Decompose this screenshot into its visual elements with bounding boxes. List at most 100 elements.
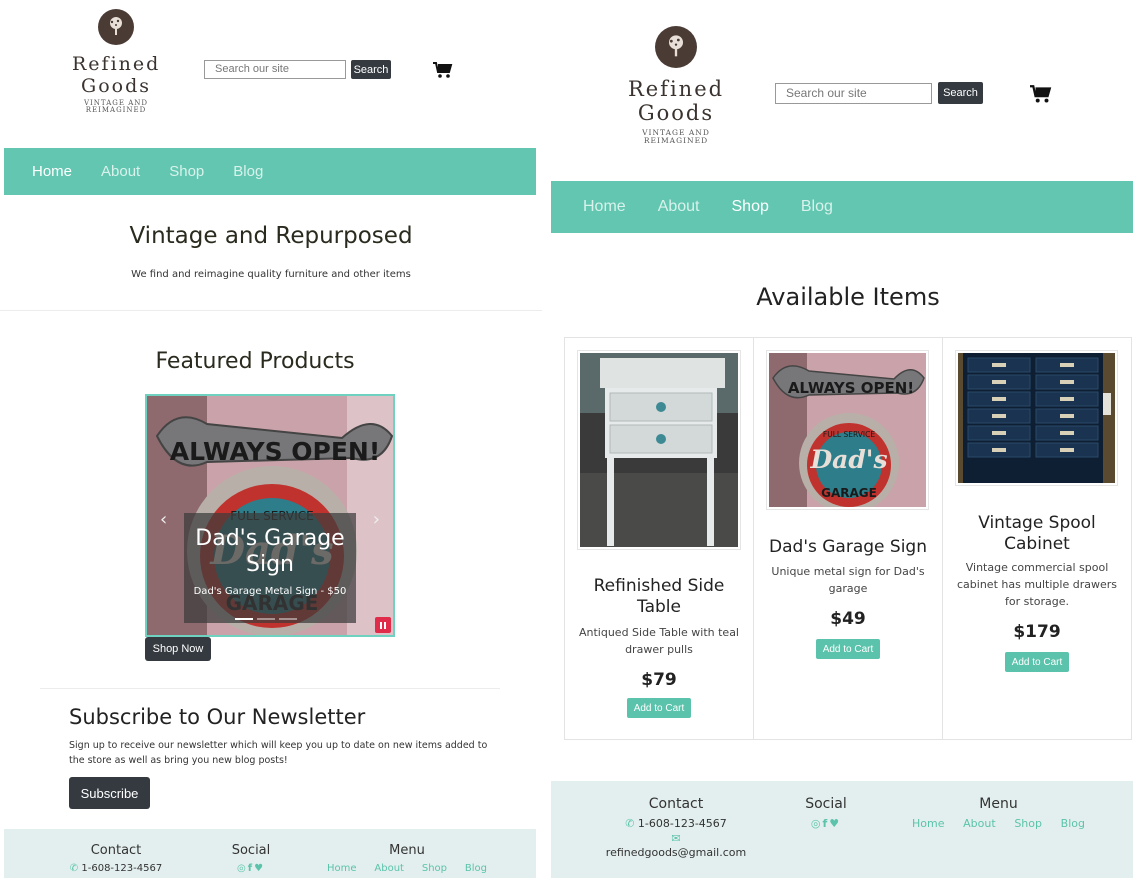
- contact-phone[interactable]: ✆ 1-608-123-4567: [66, 863, 166, 874]
- product-card: ALWAYS OPEN! FULL SERVICE Dad's GARAGE D…: [754, 338, 943, 739]
- svg-text:ALWAYS OPEN!: ALWAYS OPEN!: [170, 437, 381, 466]
- nav-home[interactable]: Home: [583, 198, 626, 216]
- menu-heading: Menu: [979, 796, 1018, 812]
- product-price: $79: [641, 670, 677, 690]
- footer-menu: Menu Home About Shop Blog: [906, 796, 1091, 830]
- shop-title: Available Items: [756, 283, 940, 311]
- footer-menu-blog[interactable]: Blog: [1061, 817, 1085, 830]
- footer-menu-home[interactable]: Home: [327, 863, 357, 874]
- spool-cabinet-image: [958, 353, 1115, 483]
- newsletter-title: Subscribe to Our Newsletter: [69, 705, 366, 729]
- footer-menu-home[interactable]: Home: [912, 817, 944, 830]
- contact-email[interactable]: refinedgoods@gmail.com: [601, 846, 751, 859]
- side-table-image: [580, 353, 738, 547]
- product-description: Unique metal sign for Dad's garage: [771, 565, 925, 595]
- site-logo[interactable]: Refined Goods VINTAGE AND REIMAGINED: [623, 26, 729, 145]
- footer-menu-about[interactable]: About: [963, 817, 996, 830]
- shop-page-screenshot: Refined Goods VINTAGE AND REIMAGINED Sea…: [551, 0, 1133, 878]
- product-price: $49: [830, 609, 866, 629]
- product-price: $179: [1013, 622, 1061, 642]
- slide-subtitle: Dad's Garage Metal Sign - $50: [193, 586, 347, 597]
- carousel-indicators[interactable]: [235, 618, 297, 620]
- footer-menu-shop[interactable]: Shop: [422, 863, 447, 874]
- tree-icon: [98, 9, 134, 45]
- svg-text:GARAGE: GARAGE: [821, 486, 877, 500]
- shop-now-button[interactable]: Shop Now: [145, 637, 211, 661]
- search-button[interactable]: Search: [351, 60, 391, 79]
- nav-shop[interactable]: Shop: [732, 198, 769, 216]
- nav-home[interactable]: Home: [32, 163, 72, 180]
- svg-text:ALWAYS OPEN!: ALWAYS OPEN!: [788, 379, 914, 397]
- search-button[interactable]: Search: [938, 82, 983, 104]
- carousel-prev-icon[interactable]: ‹: [160, 509, 167, 530]
- product-card: Vintage Spool Cabinet Vintage commercial…: [943, 338, 1131, 739]
- phone-icon: ✆: [625, 817, 635, 830]
- footer: Contact ✆ 1-608-123-4567 Social ◎f♥ Menu…: [4, 829, 536, 878]
- home-page-screenshot: Refined Goods VINTAGE AND REIMAGINED Sea…: [0, 0, 542, 878]
- cart-icon[interactable]: [1030, 85, 1052, 108]
- footer-social: Social ◎f♥: [796, 796, 856, 830]
- product-image[interactable]: ALWAYS OPEN! FULL SERVICE Dad's GARAGE: [766, 350, 929, 513]
- nav-blog[interactable]: Blog: [801, 198, 833, 216]
- contact-heading: Contact: [648, 796, 704, 812]
- search-input[interactable]: Search our site: [775, 83, 932, 104]
- footer-contact: Contact ✆ 1-608-123-4567: [66, 843, 166, 874]
- product-description: Antiqued Side Table with teal drawer pul…: [578, 626, 739, 656]
- nav-shop[interactable]: Shop: [169, 163, 204, 180]
- brand-name-line1: Refined: [72, 53, 161, 75]
- subscribe-button[interactable]: Subscribe: [69, 777, 150, 809]
- carousel-next-icon[interactable]: ›: [373, 509, 380, 530]
- product-card: Refinished Side Table Antiqued Side Tabl…: [565, 338, 754, 739]
- indicator-1[interactable]: [235, 618, 253, 620]
- pause-icon[interactable]: [375, 617, 391, 633]
- contact-phone[interactable]: ✆ 1-608-123-4567: [601, 817, 751, 830]
- envelope-icon: ✉: [671, 832, 681, 845]
- footer-social: Social ◎f♥: [221, 843, 281, 874]
- nav-blog[interactable]: Blog: [233, 163, 263, 180]
- main-navbar: Home About Shop Blog: [551, 181, 1133, 233]
- main-navbar: Home About Shop Blog: [4, 148, 536, 195]
- search-input[interactable]: Search our site: [204, 60, 346, 79]
- instagram-icon[interactable]: ◎: [237, 863, 248, 874]
- brand-name-line1: Refined: [627, 77, 725, 101]
- nav-about[interactable]: About: [101, 163, 140, 180]
- add-to-cart-button[interactable]: Add to Cart: [627, 698, 691, 718]
- footer-menu: Menu Home About Shop Blog: [322, 843, 492, 874]
- hero-title: Vintage and Repurposed: [129, 223, 413, 249]
- indicator-2[interactable]: [257, 618, 275, 620]
- product-image[interactable]: [577, 350, 741, 550]
- instagram-icon[interactable]: ◎: [811, 817, 823, 830]
- footer: Contact ✆ 1-608-123-4567 ✉ refinedgoods@…: [551, 781, 1133, 878]
- carousel-caption: Dad's Garage Sign Dad's Garage Metal Sig…: [184, 513, 356, 623]
- product-title[interactable]: Refinished Side Table: [573, 576, 745, 618]
- featured-carousel[interactable]: ALWAYS OPEN! FULL SERVICE Dad's GARAGE ‹…: [145, 394, 395, 637]
- footer-contact: Contact ✆ 1-608-123-4567 ✉ refinedgoods@…: [601, 796, 751, 859]
- newsletter-text: Sign up to receive our newsletter which …: [69, 740, 488, 766]
- add-to-cart-button[interactable]: Add to Cart: [1005, 652, 1069, 672]
- footer-menu-about[interactable]: About: [374, 863, 404, 874]
- add-to-cart-button[interactable]: Add to Cart: [816, 639, 880, 659]
- garage-sign-image: ALWAYS OPEN! FULL SERVICE Dad's GARAGE: [769, 353, 926, 513]
- slide-title-line2: Sign: [246, 552, 294, 577]
- indicator-3[interactable]: [279, 618, 297, 620]
- brand-tagline-line2: REIMAGINED: [85, 106, 147, 115]
- slide-title-line1: Dad's Garage: [195, 526, 345, 551]
- section-divider: [40, 688, 500, 689]
- nav-about[interactable]: About: [658, 198, 700, 216]
- phone-icon: ✆: [69, 863, 79, 874]
- footer-menu-shop[interactable]: Shop: [1014, 817, 1042, 830]
- svg-text:Dad's: Dad's: [809, 445, 887, 474]
- product-title[interactable]: Dad's Garage Sign: [762, 537, 934, 558]
- footer-menu-blog[interactable]: Blog: [465, 863, 487, 874]
- twitter-icon[interactable]: ♥: [829, 817, 841, 830]
- cart-icon[interactable]: [433, 62, 453, 83]
- hero-subtitle: We find and reimagine quality furniture …: [131, 269, 411, 280]
- social-heading: Social: [231, 843, 271, 858]
- product-title[interactable]: Vintage Spool Cabinet: [951, 513, 1123, 555]
- site-logo[interactable]: Refined Goods VINTAGE AND REIMAGINED: [72, 9, 160, 115]
- brand-name-line2: Goods: [637, 101, 715, 125]
- product-image[interactable]: [955, 350, 1118, 486]
- twitter-icon[interactable]: ♥: [254, 863, 265, 874]
- product-grid: Refinished Side Table Antiqued Side Tabl…: [564, 337, 1132, 740]
- menu-heading: Menu: [389, 843, 425, 858]
